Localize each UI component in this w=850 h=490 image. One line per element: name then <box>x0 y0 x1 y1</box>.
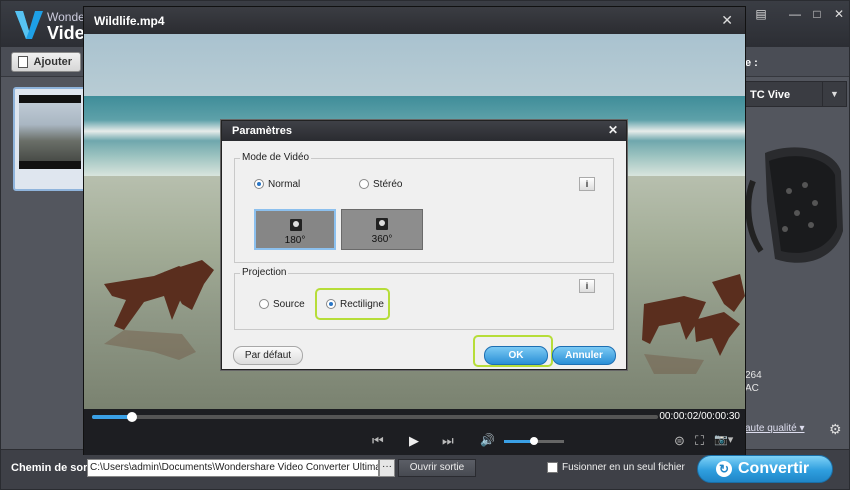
vr-view-icon[interactable]: ⊜ <box>674 433 685 449</box>
app-logo-icon <box>15 11 43 39</box>
person-icon <box>376 218 388 230</box>
volume-handle[interactable] <box>530 437 538 445</box>
mode-tile-label: 180° <box>284 235 306 246</box>
spec-line: 264 <box>745 370 762 381</box>
seek-handle[interactable] <box>126 412 137 422</box>
maximize-icon[interactable]: □ <box>809 7 825 21</box>
open-output-button[interactable]: Ouvrir sortie <box>398 459 476 477</box>
info-icon[interactable]: i <box>579 279 595 293</box>
thumbnail-letterbox <box>19 95 81 103</box>
player-titlebar: Wildlife.mp4 ✕ <box>84 7 745 34</box>
person-icon <box>290 219 302 231</box>
add-button[interactable]: Ajouter <box>11 52 81 72</box>
mode-tile-360[interactable]: 360° <box>341 209 423 250</box>
merge-label: Fusionner en un seul fichier <box>562 462 685 473</box>
seek-progress <box>92 415 132 419</box>
browse-button[interactable]: ··· <box>379 459 395 477</box>
file-thumbnail[interactable] <box>13 87 87 191</box>
output-path-label: Chemin de sorti <box>11 462 87 474</box>
snapshot-icon[interactable]: 📷▾ <box>714 433 733 446</box>
device-select[interactable]: TC Vive ▼ <box>745 81 847 107</box>
previous-icon[interactable]: ⏮ <box>372 433 384 449</box>
thumbnail-image <box>19 95 81 169</box>
mode-normal-radio[interactable] <box>254 179 264 189</box>
player-controls: ⏮ ▶ ⏭ 🔊 ⊜ ⛶ 📷▾ <box>84 427 745 455</box>
close-icon[interactable]: ✕ <box>608 123 618 137</box>
seek-row: 00:00:02/00:00:30 <box>84 409 745 427</box>
thumbnail-letterbox <box>19 161 81 169</box>
projection-source-radio[interactable] <box>259 299 269 309</box>
output-format-label: e : <box>745 57 758 69</box>
quality-link[interactable]: aute qualité ▾ <box>745 423 805 434</box>
player-title: Wildlife.mp4 <box>94 14 165 28</box>
merge-checkbox[interactable] <box>547 462 558 473</box>
close-icon[interactable]: ✕ <box>831 7 847 21</box>
output-specs: 264 AC <box>745 369 762 395</box>
mode-tile-label: 360° <box>371 234 393 245</box>
projection-source-label: Source <box>273 299 305 310</box>
spec-line: AC <box>745 383 759 394</box>
dialog-titlebar: Paramètres ✕ <box>222 121 626 141</box>
menu-icon[interactable]: ▤ <box>753 7 769 21</box>
output-panel: e : TC Vive ▼ 264 AC aute qualité ▾ ⚙ <box>745 51 849 451</box>
mode-tile-180[interactable]: 180° <box>254 209 336 250</box>
close-icon[interactable]: ✕ <box>721 12 733 29</box>
dialog-title: Paramètres <box>232 125 292 137</box>
convert-icon: ↻ <box>716 461 732 477</box>
settings-dialog: Paramètres ✕ Mode de Vidéo Normal Stéréo… <box>221 120 627 370</box>
timecode: 00:00:02/00:00:30 <box>659 411 740 422</box>
mode-normal-label: Normal <box>268 179 301 190</box>
seek-bar[interactable] <box>92 415 658 419</box>
add-button-label: Ajouter <box>33 56 73 68</box>
bottom-bar: Chemin de sorti C:\Users\admin\Documents… <box>1 449 849 489</box>
add-file-icon <box>18 56 28 68</box>
cancel-button[interactable]: Annuler <box>552 346 616 365</box>
projection-rectilinear-radio[interactable] <box>326 299 336 309</box>
next-icon[interactable]: ⏭ <box>442 433 454 449</box>
device-select-value: TC Vive <box>750 89 791 101</box>
projection-rectilinear-label: Rectiligne <box>340 299 384 310</box>
volume-icon[interactable]: 🔊 <box>480 433 495 447</box>
default-button[interactable]: Par défaut <box>233 346 303 365</box>
convert-button[interactable]: ↻ Convertir <box>697 455 833 483</box>
info-icon[interactable]: i <box>579 177 595 191</box>
gear-icon[interactable]: ⚙ <box>829 421 842 438</box>
play-icon[interactable]: ▶ <box>409 433 419 449</box>
video-mode-group: Mode de Vidéo Normal Stéréo i 180° 360° <box>234 152 614 263</box>
video-mode-group-label: Mode de Vidéo <box>240 152 312 163</box>
fullscreen-icon[interactable]: ⛶ <box>695 433 704 449</box>
projection-group-label: Projection <box>240 267 289 278</box>
vr-headset-icon <box>745 147 843 263</box>
ok-button[interactable]: OK <box>484 346 548 365</box>
projection-group: Projection Source Rectiligne i <box>234 267 614 330</box>
mode-stereo-label: Stéréo <box>373 179 403 190</box>
mode-stereo-radio[interactable] <box>359 179 369 189</box>
output-path-field[interactable]: C:\Users\admin\Documents\Wondershare Vid… <box>87 459 379 477</box>
convert-label: Convertir <box>738 460 810 477</box>
chevron-down-icon[interactable]: ▼ <box>822 82 846 106</box>
minimize-icon[interactable]: — <box>787 7 803 21</box>
